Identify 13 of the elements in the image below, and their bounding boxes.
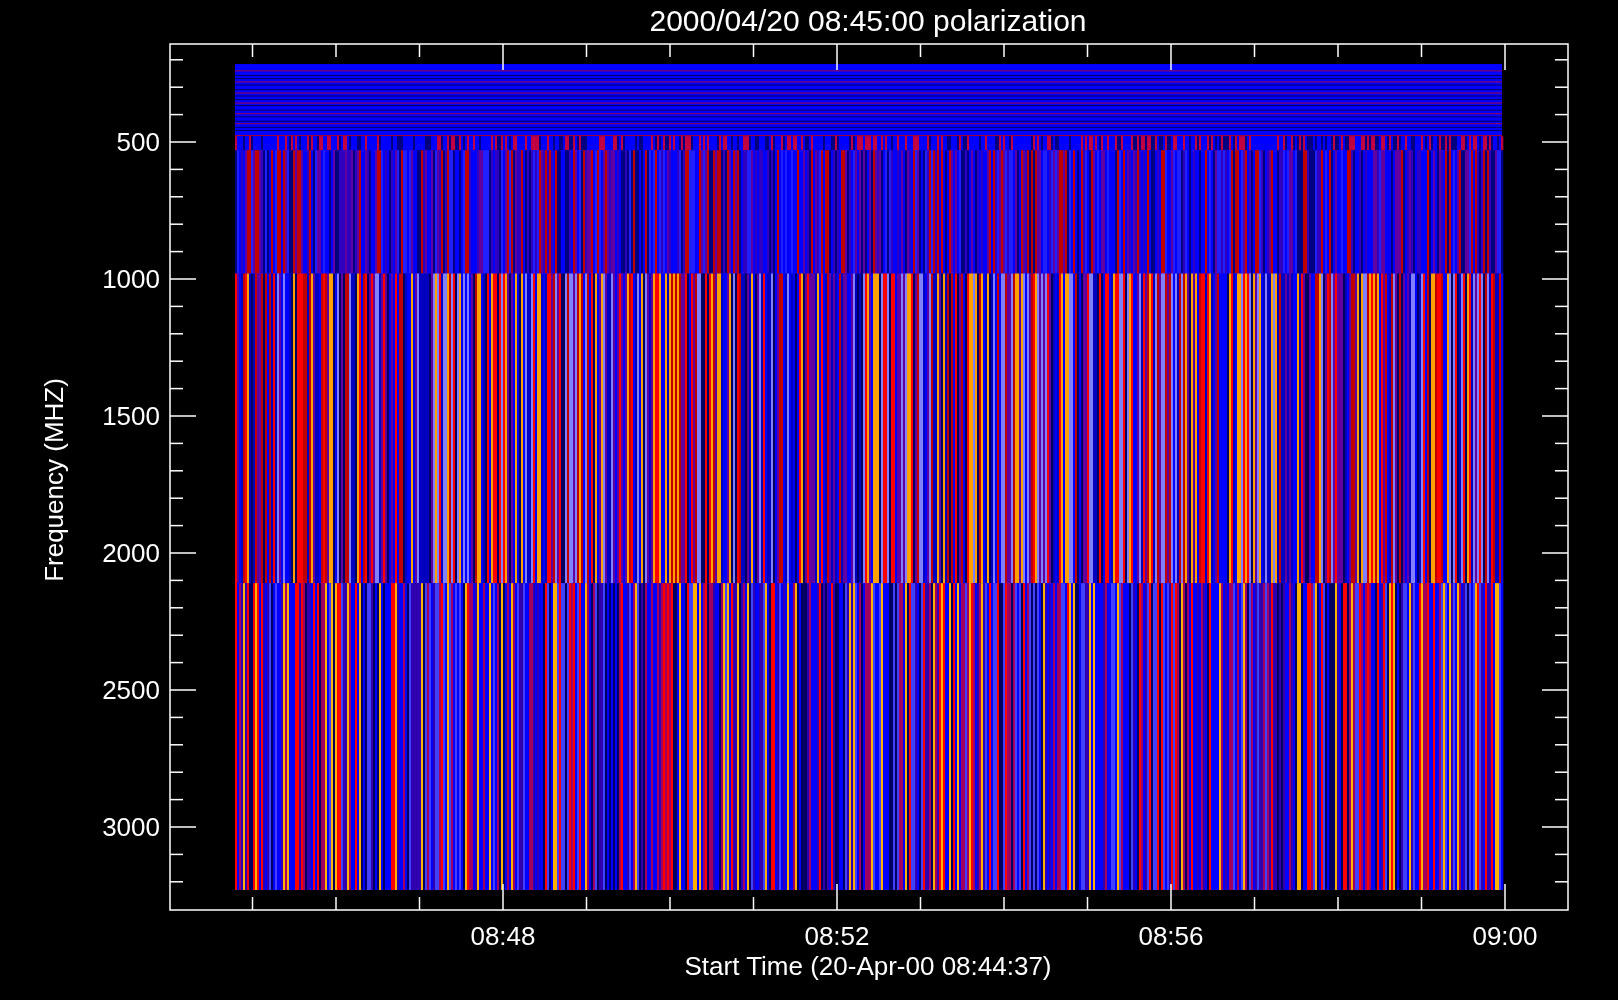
chart-title: 2000/04/20 08:45:00 polarization xyxy=(649,4,1087,37)
x-tick-label: 08:56 xyxy=(1138,921,1204,951)
y-tick-label: 1000 xyxy=(102,264,160,294)
y-tick-label: 1500 xyxy=(102,401,160,431)
x-tick-label: 09:00 xyxy=(1472,921,1538,951)
y-tick-label: 500 xyxy=(116,127,160,157)
x-axis-title: Start Time (20-Apr-00 08:44:37) xyxy=(684,951,1052,981)
y-tick-label: 3000 xyxy=(102,812,160,842)
y-axis-title: Frequency (MHZ) xyxy=(39,378,69,582)
y-tick-label: 2500 xyxy=(102,675,160,705)
y-tick-label: 2000 xyxy=(102,538,160,568)
x-tick-label: 08:48 xyxy=(470,921,536,951)
x-tick-label: 08:52 xyxy=(804,921,870,951)
